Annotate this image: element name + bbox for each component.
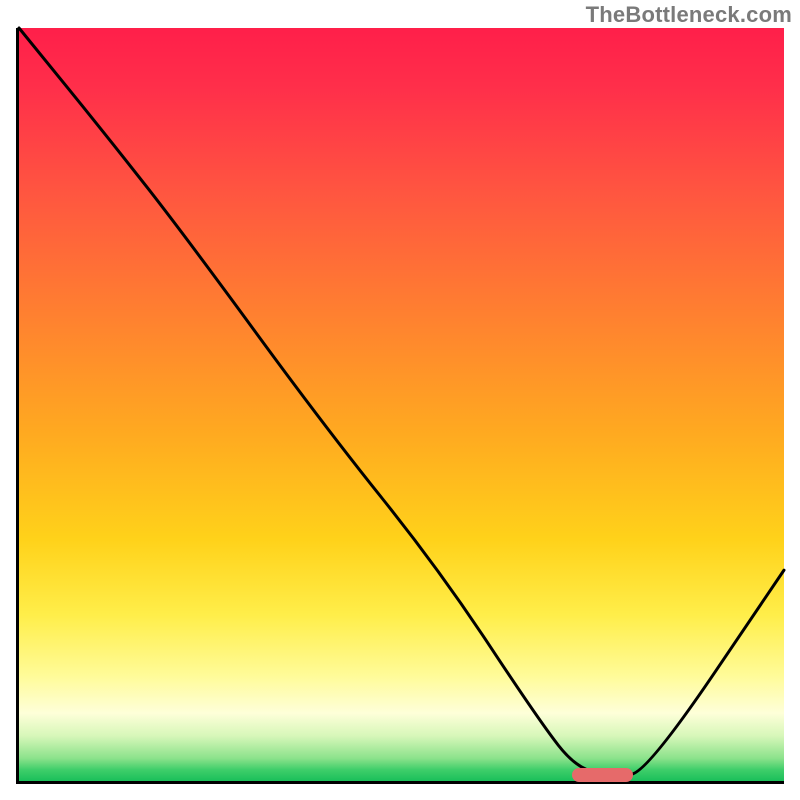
curve-path	[19, 28, 784, 774]
curve-layer	[19, 28, 784, 781]
chart-container: TheBottleneck.com	[0, 0, 800, 800]
plot-area	[16, 28, 784, 784]
watermark-text: TheBottleneck.com	[586, 2, 792, 28]
highlight-marker	[572, 768, 633, 782]
